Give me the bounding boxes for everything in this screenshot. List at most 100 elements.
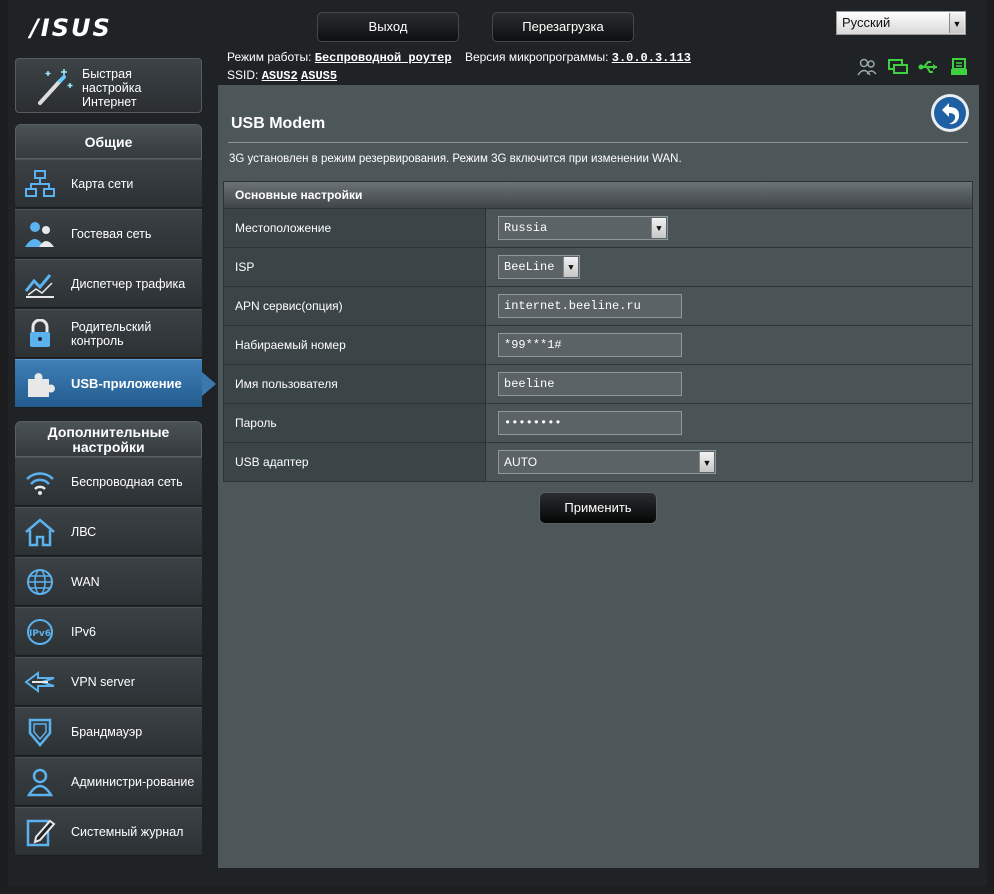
password-input[interactable]: •••••••• [498, 411, 682, 435]
chevron-down-icon: ▼ [699, 452, 714, 472]
sidebar-item-label: Администри-рование [71, 774, 195, 789]
back-arrow-icon [931, 94, 969, 132]
traffic-manager-icon [24, 269, 56, 299]
page-title: USB Modem [231, 115, 326, 132]
basic-settings-table: Основные настройки Местоположение Russia… [223, 181, 973, 482]
ssid-label: SSID: [227, 68, 259, 82]
sidebar-item-label: USB-приложение [71, 375, 182, 391]
general-section-title: Общие [15, 124, 202, 159]
operation-mode-line: Режим работы: Беспроводной роутер Версия… [227, 50, 691, 65]
log-icon [24, 817, 56, 847]
table-row: Местоположение Russia ▼ [224, 208, 972, 247]
puzzle-icon [24, 369, 56, 399]
dial-number-label: Набираемый номер [224, 326, 486, 364]
network-status-icon[interactable] [887, 58, 909, 76]
reboot-button[interactable]: Перезагрузка [492, 12, 634, 42]
ssid-link-2[interactable]: ASUS5 [301, 69, 337, 83]
apn-input[interactable]: internet.beeline.ru [498, 294, 682, 318]
mode-link[interactable]: Беспроводной роутер [315, 51, 452, 65]
usb-status-icon[interactable] [918, 58, 940, 76]
wifi-icon [24, 467, 56, 497]
sidebar-item-traffic-manager[interactable]: Диспетчер трафика [15, 259, 202, 308]
sidebar-item-network-map[interactable]: Карта сети [15, 159, 202, 208]
home-icon [24, 517, 56, 547]
sidebar-item-ipv6[interactable]: IPv6 IPv6 [15, 607, 202, 656]
firmware-link[interactable]: 3.0.0.3.113 [612, 51, 691, 65]
logout-button[interactable]: Выход [317, 12, 459, 42]
magic-wand-icon [34, 67, 74, 112]
sidebar-item-label: Родительский контроль [71, 319, 152, 348]
sidebar-item-wireless[interactable]: Беспроводная сеть [15, 457, 202, 506]
sidebar-item-label: Беспроводная сеть [71, 474, 183, 489]
usb-adapter-label: USB адаптер [224, 443, 486, 481]
sidebar-item-label: ЛВС [71, 524, 97, 539]
username-label: Имя пользователя [224, 365, 486, 403]
title-divider [228, 142, 968, 143]
main-panel: USB Modem 3G установлен в режим резервир… [218, 85, 979, 868]
section-title: Основные настройки [224, 182, 972, 208]
isp-label: ISP [224, 248, 486, 286]
mode-label: Режим работы: [227, 50, 312, 64]
chevron-down-icon: ▼ [949, 13, 964, 33]
sidebar-item-parental-control[interactable]: Родительский контроль [15, 309, 202, 358]
quick-setup-label: Быстрая настройка Интернет [82, 67, 142, 109]
language-select[interactable]: Русский ▼ [836, 11, 966, 35]
sidebar-item-lan[interactable]: ЛВС [15, 507, 202, 556]
isp-select[interactable]: BeeLine ▼ [498, 255, 580, 279]
dial-number-input[interactable]: *99***1# [498, 333, 682, 357]
sidebar-item-label: Диспетчер трафика [71, 276, 186, 291]
username-input[interactable]: beeline [498, 372, 682, 396]
quick-internet-setup-button[interactable]: Быстрая настройка Интернет [15, 58, 202, 113]
sidebar-item-administration[interactable]: Администри-рование [15, 757, 202, 806]
sidebar-item-wan[interactable]: WAN [15, 557, 202, 606]
description-text: 3G установлен в режим резервирования. Ре… [229, 153, 682, 165]
chevron-down-icon: ▼ [563, 257, 578, 277]
globe-icon [24, 567, 56, 597]
sidebar-item-label: Брандмауэр [71, 724, 143, 739]
printer-icon[interactable] [949, 58, 971, 76]
sidebar-item-usb-application[interactable]: USB-приложение [15, 359, 202, 408]
shield-icon [24, 717, 56, 747]
svg-text:IPv6: IPv6 [29, 629, 51, 639]
sidebar-item-label: IPv6 [71, 624, 97, 639]
admin-icon [24, 767, 56, 797]
table-row: APN сервис(опция) internet.beeline.ru [224, 286, 972, 325]
advanced-section-title: Дополнительные настройки [15, 421, 202, 457]
chevron-down-icon: ▼ [651, 218, 666, 238]
lock-icon [24, 318, 56, 349]
location-label: Местоположение [224, 209, 486, 247]
ssid-line: SSID: ASUS2 ASUS5 [227, 68, 337, 83]
usb-adapter-value: AUTO [504, 455, 538, 469]
sidebar-item-label: VPN server [71, 674, 135, 689]
table-row: USB адаптер AUTO ▼ [224, 442, 972, 481]
location-select[interactable]: Russia ▼ [498, 216, 668, 240]
usb-adapter-select[interactable]: AUTO ▼ [498, 450, 716, 474]
firmware-label: Версия микропрограммы: [464, 50, 609, 64]
sidebar-item-label: WAN [71, 574, 100, 589]
table-row: ISP BeeLine ▼ [224, 247, 972, 286]
sidebar-item-system-log[interactable]: Системный журнал [15, 807, 202, 856]
sidebar-item-firewall[interactable]: Брандмауэр [15, 707, 202, 756]
vpn-icon [24, 667, 56, 697]
guest-network-icon [24, 219, 56, 249]
active-item-indicator [202, 372, 216, 396]
asus-logo: /ISUS [30, 14, 112, 42]
sidebar-item-guest-network[interactable]: Гостевая сеть [15, 209, 202, 258]
language-value: Русский [842, 15, 891, 30]
password-label: Пароль [224, 404, 486, 442]
table-row: Имя пользователя beeline [224, 364, 972, 403]
sidebar-item-label: Гостевая сеть [71, 226, 152, 241]
ipv6-icon: IPv6 [24, 617, 56, 647]
status-icons [856, 58, 971, 76]
ssid-link-1[interactable]: ASUS2 [262, 69, 298, 83]
location-value: Russia [504, 221, 548, 235]
sidebar-item-label: Карта сети [71, 176, 134, 191]
apply-button[interactable]: Применить [539, 492, 657, 524]
sidebar-item-vpn-server[interactable]: VPN server [15, 657, 202, 706]
isp-value: BeeLine [504, 260, 555, 274]
apn-label: APN сервис(опция) [224, 287, 486, 325]
table-row: Набираемый номер *99***1# [224, 325, 972, 364]
back-button[interactable] [930, 93, 970, 133]
sidebar-item-label: Системный журнал [71, 824, 184, 839]
clients-icon[interactable] [856, 58, 878, 76]
